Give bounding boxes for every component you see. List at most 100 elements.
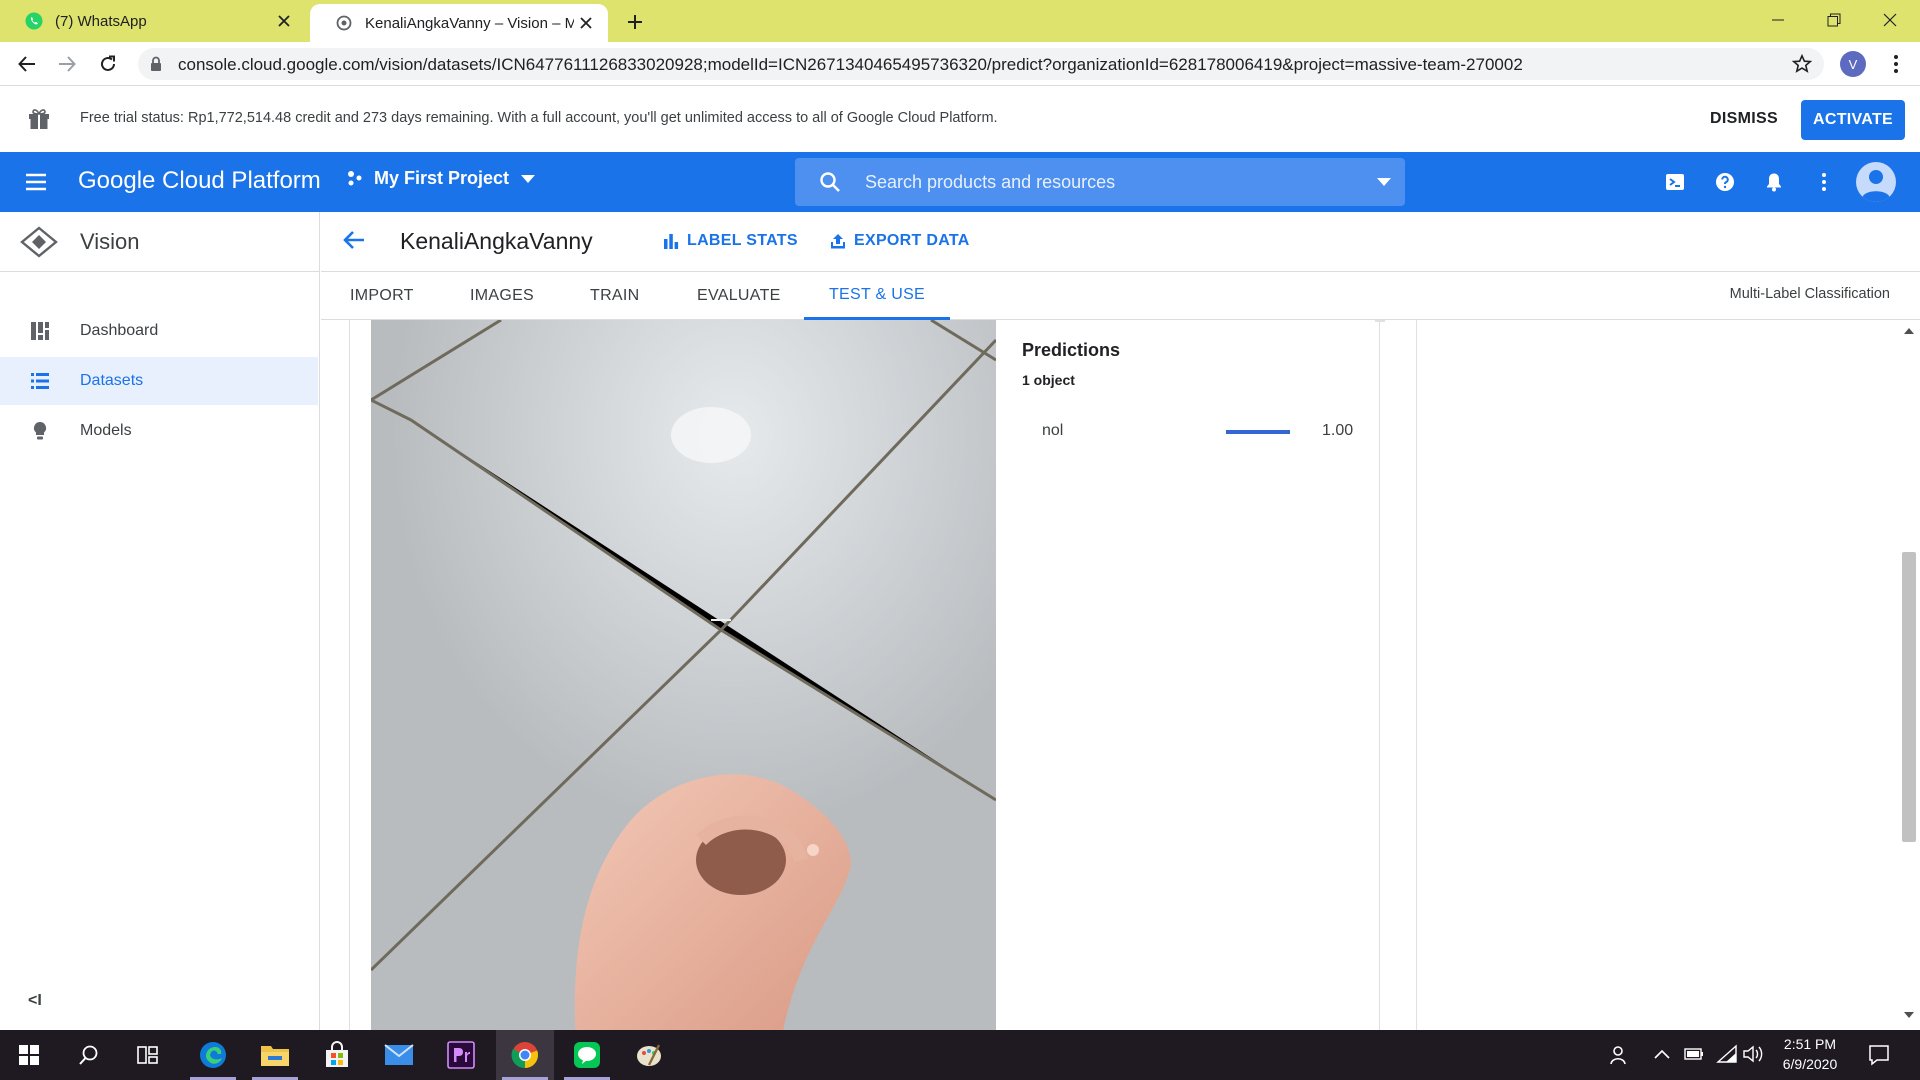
- scroll-up-icon[interactable]: [1904, 328, 1914, 334]
- people-icon[interactable]: [1608, 1044, 1630, 1066]
- prediction-row: nol 1.00: [1022, 420, 1362, 444]
- edge-icon: [200, 1042, 226, 1068]
- content-header: KenaliAngkaVanny LABEL STATS EXPORT DATA: [321, 212, 1920, 272]
- page-scrollbar[interactable]: [1900, 320, 1920, 1030]
- predictions-panel: Predictions 1 object nol 1.00: [997, 320, 1697, 1030]
- tab-train[interactable]: TRAIN: [590, 272, 640, 320]
- product-name: Vision: [80, 229, 140, 254]
- back-button[interactable]: [13, 50, 41, 78]
- tab-vision[interactable]: KenaliAngkaVanny – Vision – My: [310, 4, 608, 42]
- taskbar-premiere[interactable]: [432, 1030, 490, 1080]
- wifi-icon[interactable]: [1716, 1044, 1738, 1064]
- caret-down-icon[interactable]: [1377, 178, 1391, 186]
- account-avatar[interactable]: [1856, 162, 1896, 202]
- taskbar-line[interactable]: [558, 1030, 616, 1080]
- tab-test-and-use[interactable]: TEST & USE: [804, 272, 950, 320]
- sidebar-item-datasets[interactable]: Datasets: [0, 357, 318, 405]
- sidebar-item-dashboard[interactable]: Dashboard: [0, 307, 318, 355]
- sidebar-item-models[interactable]: Models: [0, 407, 318, 455]
- export-data-label: EXPORT DATA: [854, 232, 970, 249]
- tab-bar: IMPORT IMAGES TRAIN EVALUATE TEST & USE: [321, 272, 1920, 320]
- taskbar-file-explorer[interactable]: [246, 1030, 304, 1080]
- notifications-button[interactable]: [1760, 168, 1788, 196]
- help-icon: [1716, 173, 1734, 191]
- forward-button[interactable]: [53, 50, 81, 78]
- dismiss-button[interactable]: DISMISS: [1698, 100, 1790, 138]
- sidebar-item-label: Dashboard: [80, 322, 159, 339]
- divider: [1416, 320, 1417, 1030]
- search-icon: [820, 172, 840, 192]
- collapse-nav-button[interactable]: <I: [28, 992, 42, 1010]
- browser-tab-strip: (7) WhatsApp KenaliAngkaVanny – Vision –…: [0, 0, 1920, 42]
- export-data-button[interactable]: EXPORT DATA: [830, 232, 970, 250]
- sidebar-item-label: Models: [80, 422, 132, 439]
- taskbar-mail[interactable]: [370, 1030, 428, 1080]
- taskbar-store[interactable]: [308, 1030, 366, 1080]
- close-icon[interactable]: [574, 11, 598, 35]
- clock-time: 2:51 PM: [1783, 1036, 1837, 1052]
- label-stats-button[interactable]: LABEL STATS: [663, 232, 798, 250]
- sidebar-item-label: Datasets: [80, 372, 144, 389]
- taskbar-chrome[interactable]: [496, 1030, 554, 1080]
- store-icon: [326, 1041, 348, 1067]
- new-tab-button[interactable]: [622, 9, 648, 35]
- label-stats-label: LABEL STATS: [687, 232, 798, 249]
- notification-center-icon[interactable]: [1868, 1044, 1890, 1066]
- chevron-up-icon[interactable]: [1654, 1048, 1670, 1060]
- predictions-count: 1 object: [1022, 372, 1075, 388]
- bell-icon: [1767, 173, 1781, 192]
- divider: [1379, 320, 1380, 1030]
- uploaded-test-image: [371, 320, 996, 1030]
- taskbar-search-button[interactable]: [60, 1030, 118, 1080]
- close-icon[interactable]: [272, 9, 296, 33]
- model-type-label: Multi-Label Classification: [1729, 286, 1890, 302]
- minimize-button[interactable]: [1750, 0, 1806, 40]
- dataset-name: KenaliAngkaVanny: [400, 228, 593, 254]
- profile-avatar[interactable]: V: [1840, 51, 1866, 77]
- activate-button[interactable]: ACTIVATE: [1801, 100, 1905, 140]
- reload-button[interactable]: [94, 50, 122, 78]
- clock-date: 6/9/2020: [1782, 1056, 1838, 1072]
- help-button[interactable]: [1711, 168, 1739, 196]
- line-icon: [574, 1042, 600, 1068]
- tab-images[interactable]: IMAGES: [470, 272, 534, 320]
- search-bar[interactable]: Search products and resources: [795, 158, 1405, 206]
- test-use-panel: Predictions 1 object nol 1.00: [321, 320, 1920, 1030]
- tab-evaluate[interactable]: EVALUATE: [697, 272, 781, 320]
- cloud-shell-button[interactable]: [1661, 168, 1689, 196]
- close-window-button[interactable]: [1862, 0, 1918, 40]
- more-vert-icon: [1822, 173, 1826, 191]
- bookmark-star-icon[interactable]: [1792, 54, 1812, 74]
- project-selector[interactable]: My First Project: [346, 168, 536, 189]
- gcp-header: Google Cloud Platform My First Project S…: [0, 152, 1920, 212]
- start-button[interactable]: [0, 1030, 58, 1080]
- task-view-button[interactable]: [120, 1030, 178, 1080]
- menu-icon[interactable]: [24, 170, 48, 194]
- predictions-title: Predictions: [1022, 340, 1121, 360]
- tab-whatsapp[interactable]: (7) WhatsApp: [0, 0, 306, 42]
- chrome-icon: [511, 1042, 539, 1069]
- gcp-brand[interactable]: Google Cloud Platform: [78, 167, 321, 195]
- taskbar-edge[interactable]: [184, 1030, 242, 1080]
- volume-icon[interactable]: [1742, 1044, 1764, 1064]
- tab-import[interactable]: IMPORT: [350, 272, 414, 320]
- prediction-confidence-bar: [1226, 430, 1290, 434]
- browser-menu-button[interactable]: [1882, 50, 1910, 78]
- project-dots-icon: [348, 170, 362, 185]
- reload-icon: [101, 55, 115, 71]
- prediction-bar-track: [1226, 430, 1290, 434]
- scroll-down-icon[interactable]: [1904, 1012, 1914, 1018]
- vision-product-icon: [20, 226, 58, 258]
- battery-icon[interactable]: [1684, 1046, 1704, 1062]
- browser-toolbar: console.cloud.google.com/vision/datasets…: [0, 42, 1920, 86]
- scrollbar-thumb[interactable]: [1902, 552, 1916, 842]
- prediction-score: 1.00: [1322, 422, 1354, 439]
- restore-button[interactable]: [1806, 0, 1862, 40]
- arrow-left-icon: [18, 56, 35, 72]
- taskbar-paint[interactable]: [620, 1030, 678, 1080]
- system-clock[interactable]: 2:51 PM 6/9/2020: [1764, 1034, 1856, 1074]
- arrow-back-icon[interactable]: [343, 230, 365, 250]
- restore-icon: [1827, 13, 1841, 27]
- address-bar[interactable]: console.cloud.google.com/vision/datasets…: [138, 48, 1824, 80]
- more-options-button[interactable]: [1810, 168, 1838, 196]
